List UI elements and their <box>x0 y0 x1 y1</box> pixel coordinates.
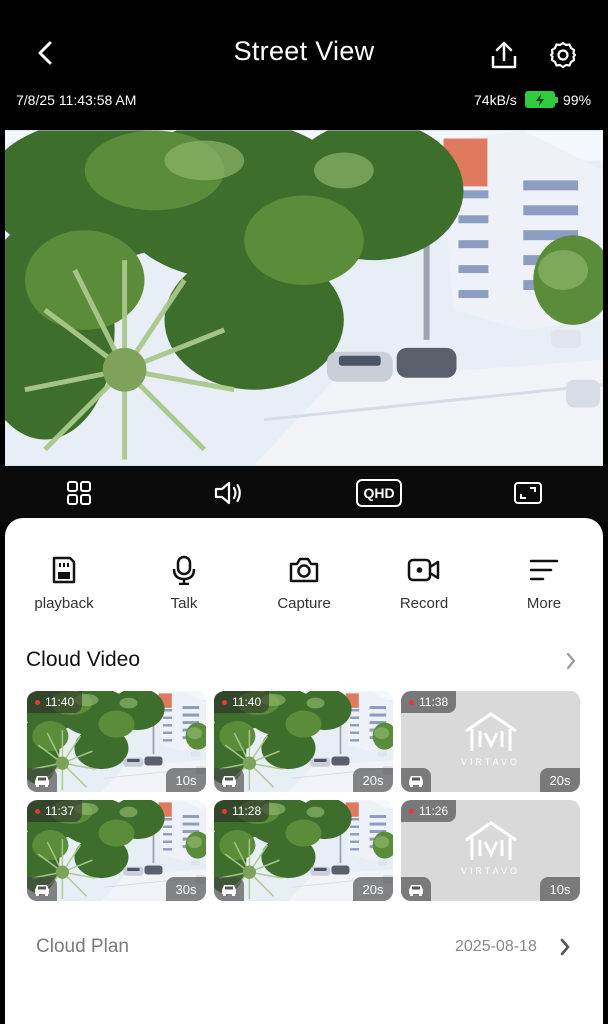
action-row: playback Talk Capture Record More <box>5 554 603 614</box>
talk-button[interactable]: Talk <box>134 554 234 612</box>
cloud-video-open-button[interactable] <box>565 652 577 675</box>
multi-view-button[interactable] <box>62 476 96 510</box>
cloud-video-title: Cloud Video <box>26 648 141 671</box>
clip-time: 11:28 <box>232 804 262 818</box>
clip-time-badge: 11:40 <box>214 691 270 713</box>
cloud-plan-open-button[interactable] <box>559 938 571 961</box>
capture-button[interactable]: Capture <box>254 554 354 612</box>
fullscreen-icon <box>514 482 542 504</box>
capture-label: Capture <box>277 595 331 612</box>
car-icon <box>409 884 423 896</box>
clip-duration: 10s <box>166 768 206 792</box>
vehicle-detection-badge <box>27 768 57 792</box>
multi-view-grid-icon <box>67 481 91 505</box>
speaker-icon <box>214 481 241 505</box>
feed-control-bar: QHD <box>0 466 608 522</box>
microphone-icon <box>172 555 196 585</box>
car-icon <box>222 775 236 787</box>
live-camera-feed[interactable] <box>5 130 603 466</box>
vehicle-detection-badge <box>401 877 431 901</box>
video-camera-icon <box>407 558 440 582</box>
recording-dot-icon <box>35 808 40 814</box>
car-icon <box>35 884 49 896</box>
cloud-plan-expiry: 2025-08-18 <box>455 938 537 955</box>
quality-selector[interactable]: QHD <box>356 479 402 507</box>
cloud-clip-thumbnail[interactable]: VIRTAVO 11:38 20s <box>401 691 580 792</box>
brand-wordmark: VIRTAVO <box>460 866 520 876</box>
bitrate-readout: 74kB/s <box>474 92 517 108</box>
car-icon <box>35 775 49 787</box>
cloud-clip-thumbnail[interactable]: 11:37 30s <box>27 800 206 901</box>
virtavo-logo <box>401 820 580 867</box>
recording-dot-icon <box>222 808 227 814</box>
gear-icon <box>549 41 577 69</box>
car-icon <box>222 884 236 896</box>
clip-time: 11:26 <box>419 804 449 818</box>
record-label: Record <box>399 595 449 612</box>
cloud-clip-thumbnail[interactable]: 11:40 10s <box>27 691 206 792</box>
clip-duration: 10s <box>540 877 580 901</box>
vehicle-detection-badge <box>214 877 244 901</box>
camera-status-bar: 7/8/25 11:43:58 AM 74kB/s 99% <box>0 88 608 114</box>
more-button[interactable]: More <box>494 554 594 612</box>
recording-dot-icon <box>409 699 414 705</box>
brand-wordmark: VIRTAVO <box>460 757 520 767</box>
vehicle-detection-badge <box>214 768 244 792</box>
chevron-right-icon <box>566 652 576 670</box>
cloud-clip-thumbnail[interactable]: 11:28 20s <box>214 800 393 901</box>
clip-time: 11:37 <box>45 804 75 818</box>
more-label: More <box>526 595 562 612</box>
battery-percent: 99% <box>563 92 592 108</box>
playback-label: playback <box>34 595 94 612</box>
talk-label: Talk <box>170 595 198 612</box>
vehicle-detection-badge <box>401 768 431 792</box>
cloud-plan-label[interactable]: Cloud Plan <box>36 936 129 958</box>
share-upload-icon <box>491 41 517 69</box>
recording-dot-icon <box>35 699 40 705</box>
clip-duration: 20s <box>353 877 393 901</box>
recording-dot-icon <box>222 699 227 705</box>
settings-button[interactable] <box>546 38 580 72</box>
feed-timestamp: 7/8/25 11:43:58 AM <box>16 92 137 108</box>
car-icon <box>409 775 423 787</box>
clip-time-badge: 11:38 <box>401 691 457 713</box>
vehicle-detection-badge <box>27 877 57 901</box>
share-button[interactable] <box>487 38 521 72</box>
clip-duration: 20s <box>353 768 393 792</box>
clip-time: 11:40 <box>232 695 262 709</box>
clip-time-badge: 11:40 <box>27 691 83 713</box>
recording-dot-icon <box>409 808 414 814</box>
top-app-bar: Street View <box>0 0 608 90</box>
street-snapshot <box>5 130 603 466</box>
virtavo-logo <box>401 711 580 758</box>
fullscreen-button[interactable] <box>511 476 545 510</box>
clip-time-badge: 11:26 <box>401 800 457 822</box>
chevron-right-icon <box>560 938 570 956</box>
cloud-clip-thumbnail[interactable]: 11:40 20s <box>214 691 393 792</box>
menu-lines-icon <box>529 559 559 581</box>
clip-time: 11:40 <box>45 695 75 709</box>
record-button[interactable]: Record <box>374 554 474 612</box>
clip-time-badge: 11:37 <box>27 800 83 822</box>
clip-time-badge: 11:28 <box>214 800 270 822</box>
cloud-clip-thumbnail[interactable]: VIRTAVO 11:26 10s <box>401 800 580 901</box>
sd-card-icon <box>52 556 76 584</box>
camera-icon <box>289 557 319 583</box>
clip-duration: 20s <box>540 768 580 792</box>
clip-duration: 30s <box>166 877 206 901</box>
charging-bolt-icon <box>536 93 544 106</box>
clip-time: 11:38 <box>419 695 449 709</box>
playback-button[interactable]: playback <box>14 554 114 612</box>
bottom-panel: playback Talk Capture Record More Cloud … <box>5 518 603 1024</box>
audio-toggle-button[interactable] <box>211 476 245 510</box>
battery-icon <box>525 91 558 108</box>
